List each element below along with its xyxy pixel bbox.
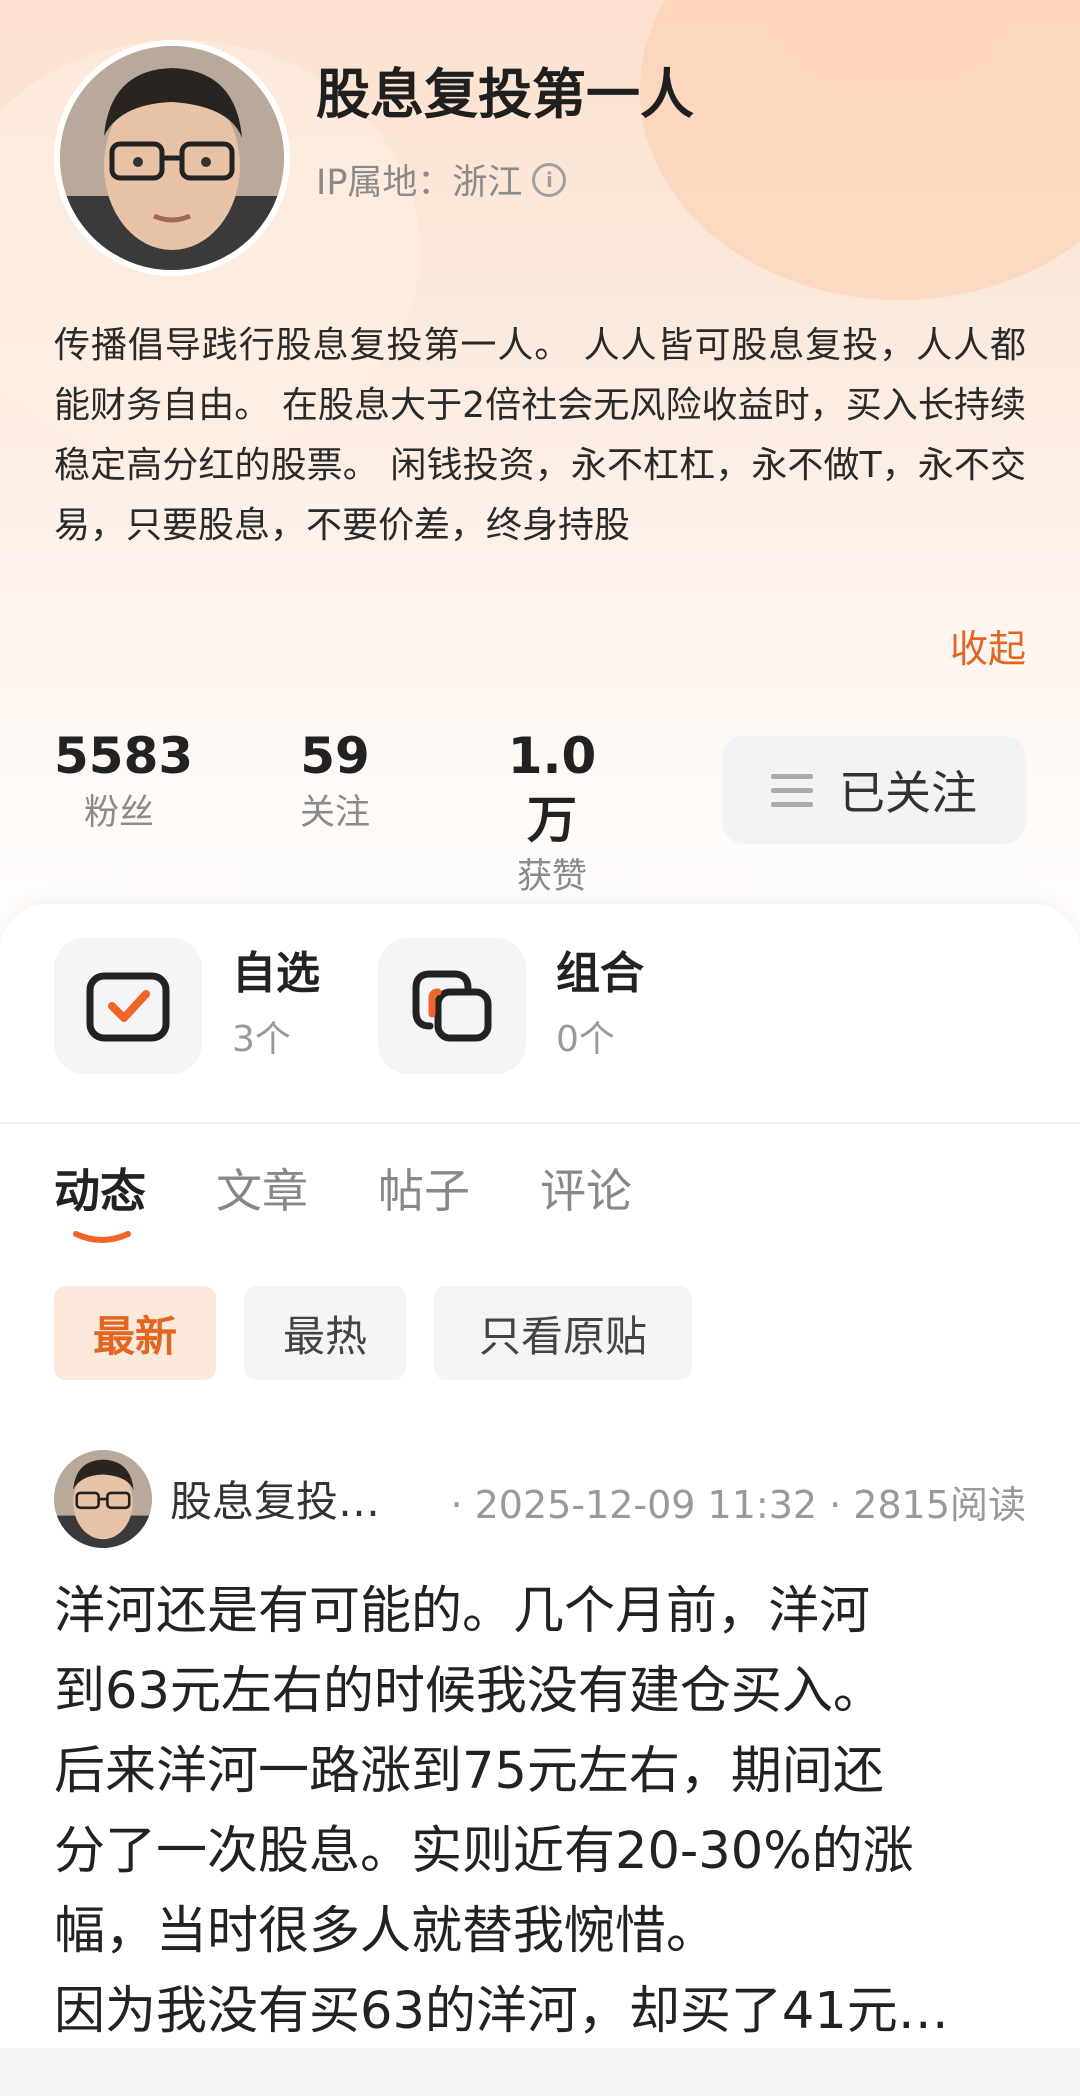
collapse-button[interactable]: 收起 — [950, 618, 1026, 673]
avatar-portrait-icon — [54, 1450, 152, 1548]
tab-posts[interactable]: 帖子 — [378, 1160, 470, 1222]
ip-location: IP属地：浙江 i — [316, 154, 567, 205]
tab-articles[interactable]: 文章 — [216, 1160, 308, 1222]
filter-hottest[interactable]: 最热 — [244, 1286, 406, 1380]
profile-bio: 传播倡导践行股息复投第一人。 人人皆可股息复投，人人都能财务自由。 在股息大于2… — [54, 325, 1026, 546]
quick-link-title: 自选 — [232, 948, 320, 999]
quick-link-watchlist[interactable]: 自选 3个 — [54, 938, 320, 1074]
stat-value: 5583 — [54, 727, 194, 785]
portfolio-icon — [378, 938, 526, 1074]
follow-button-label: 已关注 — [839, 766, 977, 820]
post-line: 分了一次股息。实则近有20-30%的涨 — [54, 1822, 914, 1881]
checkbox-icon — [54, 938, 202, 1074]
stat-label: 获赞 — [516, 857, 587, 897]
stat-following[interactable]: 59 关注 — [294, 724, 376, 902]
info-icon[interactable]: i — [532, 162, 567, 197]
quick-link-count: 0个 — [556, 1019, 615, 1060]
quick-link-count: 3个 — [232, 1019, 291, 1060]
tab-comments[interactable]: 评论 — [540, 1160, 632, 1222]
stats-row: 5583 粉丝 59 关注 1.0万 获赞 — [54, 724, 620, 902]
content-tabs: 动态 文章 帖子 评论 — [54, 1160, 632, 1222]
stat-label: 粉丝 — [83, 793, 154, 833]
post-meta: · 2025-12-09 11:32 · 2815阅读 — [450, 1483, 1026, 1527]
stat-value: 59 — [300, 727, 370, 785]
quick-link-title: 组合 — [556, 948, 644, 999]
stat-value: 1.0万 — [507, 727, 597, 849]
menu-icon — [771, 773, 813, 807]
post-line: 幅，当时很多人就替我惋惜。 — [54, 1902, 718, 1961]
profile-name: 股息复投第一人 — [316, 63, 694, 126]
stat-followers[interactable]: 5583 粉丝 — [54, 724, 194, 902]
post-author-name[interactable]: 股息复投… — [170, 1468, 380, 1529]
post-line: 洋河还是有可能的。几个月前，洋河 — [54, 1582, 871, 1641]
profile-avatar[interactable] — [54, 40, 290, 276]
post-line: 到63元左右的时候我没有建仓买入。 — [54, 1662, 884, 1721]
filter-bar: 最新 最热 只看原贴 — [54, 1286, 692, 1380]
filter-latest[interactable]: 最新 — [54, 1286, 216, 1380]
avatar-portrait-icon — [60, 46, 284, 270]
stat-label: 关注 — [299, 793, 370, 833]
post-line: 因为我没有买63的洋河，却买了41元… — [54, 1982, 949, 2041]
quick-link-portfolio[interactable]: 组合 0个 — [378, 938, 644, 1074]
active-tab-indicator — [73, 1231, 131, 1243]
follow-button[interactable]: 已关注 — [722, 736, 1026, 844]
stat-likes[interactable]: 1.0万 获赞 — [484, 724, 620, 902]
system-nav-bar — [0, 2048, 1080, 2096]
filter-original-only[interactable]: 只看原贴 — [434, 1286, 692, 1380]
post-body[interactable]: 洋河还是有可能的。几个月前，洋河 到63元左右的时候我没有建仓买入。 后来洋河一… — [54, 1572, 1034, 2052]
tab-activity[interactable]: 动态 — [54, 1160, 146, 1222]
post-line: 后来洋河一路涨到75元左右，期间还 — [54, 1742, 884, 1801]
ip-location-text: IP属地：浙江 — [316, 163, 523, 203]
post-author-avatar[interactable] — [54, 1450, 152, 1548]
section-divider — [0, 1122, 1080, 1124]
